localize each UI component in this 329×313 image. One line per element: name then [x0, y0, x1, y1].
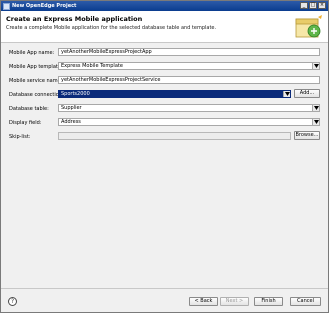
help-icon[interactable]: ? [8, 297, 17, 306]
skip-list-input[interactable] [58, 132, 291, 140]
db-table-label: Database table: [9, 106, 49, 112]
page-description: Create a complete Mobile application for… [6, 25, 217, 31]
footer-divider [1, 288, 328, 289]
close-icon[interactable]: × [318, 2, 326, 9]
title-bar: New OpenEdge Project _ □ × [1, 1, 328, 11]
next-button[interactable]: Next > [220, 297, 249, 306]
maximize-icon[interactable]: □ [309, 2, 317, 9]
db-connection-select[interactable]: Sports2000 [58, 90, 291, 98]
chevron-down-icon[interactable] [312, 63, 319, 69]
wizard-banner: Create an Express Mobile application Cre… [1, 11, 328, 43]
minimize-icon[interactable]: _ [300, 2, 308, 9]
chevron-down-icon[interactable] [312, 105, 319, 111]
cancel-button[interactable]: Cancel [290, 297, 321, 306]
app-name-input[interactable] [58, 48, 320, 56]
app-name-label: Mobile App name: [9, 50, 55, 56]
page-title: Create an Express Mobile application [6, 15, 143, 23]
db-table-select[interactable]: Supplier [58, 104, 320, 112]
display-field-select[interactable]: Address [58, 118, 320, 126]
display-field-label: Display field: [9, 120, 42, 126]
new-project-dialog: New OpenEdge Project _ □ × Create an Exp… [0, 0, 329, 313]
chevron-down-icon[interactable] [283, 91, 290, 97]
db-connection-value: Sports2000 [61, 91, 90, 97]
db-table-value: Supplier [61, 105, 82, 111]
skip-list-label: Skip-list: [9, 134, 31, 140]
db-connection-label: Database connection: [9, 92, 64, 98]
window-controls: _ □ × [300, 2, 326, 9]
app-template-select[interactable]: Express Mobile Template [58, 62, 320, 70]
service-name-label: Mobile service name: [9, 78, 63, 84]
browse-button[interactable]: Browse... [294, 131, 320, 140]
finish-button[interactable]: Finish [254, 297, 283, 306]
app-icon [3, 2, 10, 10]
service-name-input[interactable] [58, 76, 320, 84]
chevron-down-icon[interactable] [312, 119, 319, 125]
app-template-value: Express Mobile Template [61, 63, 123, 69]
window-title: New OpenEdge Project [12, 3, 77, 9]
add-connection-button[interactable]: Add... [294, 89, 320, 98]
app-template-label: Mobile App template: [9, 64, 63, 70]
project-wizard-icon [295, 15, 322, 38]
display-field-value: Address [61, 119, 81, 125]
back-button[interactable]: < Back [189, 297, 218, 306]
